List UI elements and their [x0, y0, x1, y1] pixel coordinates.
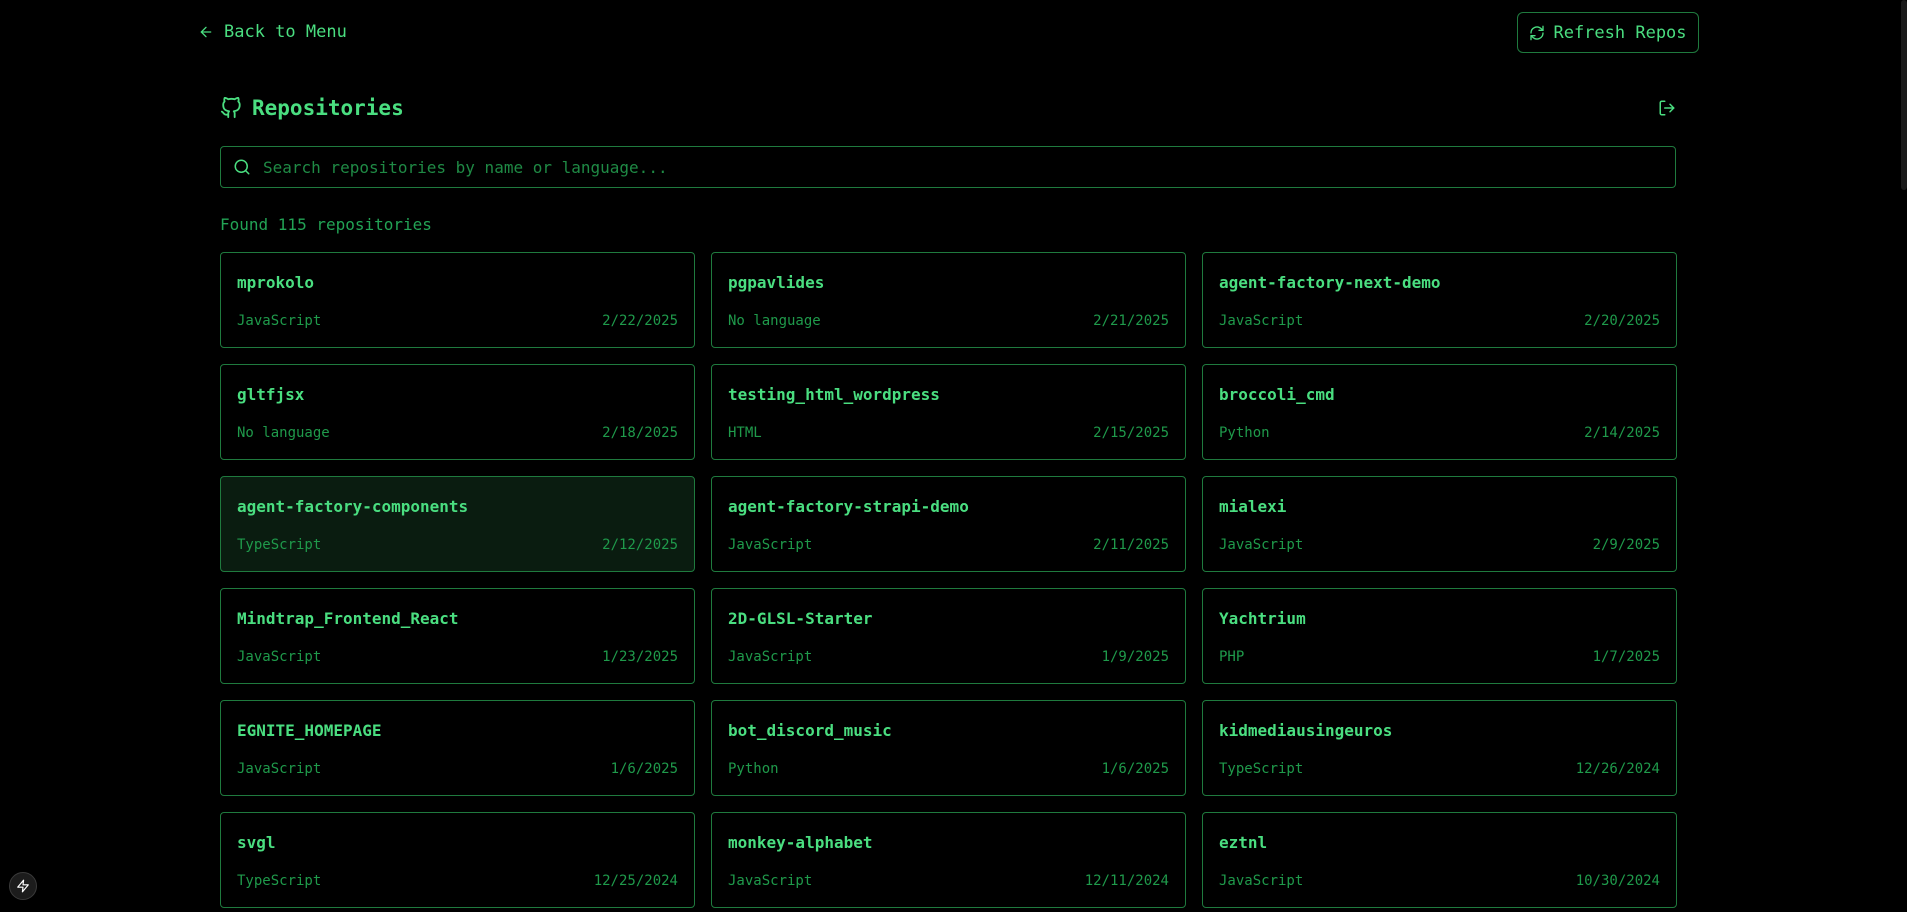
repo-language: JavaScript	[728, 873, 813, 889]
repo-name: EGNITE_HOMEPAGE	[237, 721, 382, 740]
repo-card[interactable]: Mindtrap_Frontend_React JavaScript 1/23/2…	[220, 588, 695, 684]
refresh-repos-label: Refresh Repos	[1553, 22, 1687, 43]
repo-card[interactable]: Yachtrium PHP 1/7/2025	[1202, 588, 1677, 684]
back-to-menu-label: Back to Menu	[224, 22, 347, 42]
github-icon	[220, 97, 242, 119]
repo-language: PHP	[1219, 649, 1245, 665]
repo-date: 2/12/2025	[602, 537, 678, 553]
repo-card[interactable]: mprokolo JavaScript 2/22/2025	[220, 252, 695, 348]
repo-card[interactable]: testing_html_wordpress HTML 2/15/2025	[711, 364, 1186, 460]
lightning-icon	[16, 879, 30, 893]
repo-name: monkey-alphabet	[728, 833, 873, 852]
repo-name: Mindtrap_Frontend_React	[237, 609, 459, 628]
refresh-repos-button[interactable]: Refresh Repos	[1517, 12, 1699, 53]
repo-language: TypeScript	[1219, 761, 1304, 777]
repo-language: JavaScript	[237, 313, 322, 329]
repo-name: agent-factory-strapi-demo	[728, 497, 969, 516]
repo-card[interactable]: mialexi JavaScript 2/9/2025	[1202, 476, 1677, 572]
repo-card[interactable]: agent-factory-components TypeScript 2/12/…	[220, 476, 695, 572]
repo-date: 2/20/2025	[1584, 313, 1660, 329]
repo-name: kidmediausingeuros	[1219, 721, 1393, 740]
repo-language: HTML	[728, 425, 762, 441]
repo-language: JavaScript	[237, 649, 322, 665]
repo-language: JavaScript	[1219, 537, 1304, 553]
repo-language: TypeScript	[237, 873, 322, 889]
back-to-menu-link[interactable]: Back to Menu	[198, 22, 347, 42]
page: Back to Menu Refresh Repos Repositories …	[0, 0, 1907, 912]
repo-card[interactable]: eztnl JavaScript 10/30/2024	[1202, 812, 1677, 908]
repo-name: agent-factory-next-demo	[1219, 273, 1441, 292]
arrow-left-icon	[198, 24, 214, 40]
repo-card[interactable]: bot_discord_music Python 1/6/2025	[711, 700, 1186, 796]
repo-date: 1/7/2025	[1592, 649, 1660, 665]
repo-language: JavaScript	[1219, 313, 1304, 329]
dev-tools-button[interactable]	[9, 872, 37, 900]
repo-name: broccoli_cmd	[1219, 385, 1335, 404]
repo-name: bot_discord_music	[728, 721, 892, 740]
repositories-header: Repositories	[220, 95, 1676, 121]
repo-language: No language	[728, 313, 821, 329]
repo-language: JavaScript	[728, 537, 813, 553]
search-box	[220, 146, 1676, 188]
repo-card[interactable]: gltfjsx No language 2/18/2025	[220, 364, 695, 460]
repo-date: 1/6/2025	[1101, 761, 1169, 777]
repo-date: 2/18/2025	[602, 425, 678, 441]
search-icon	[233, 158, 251, 176]
repo-date: 2/11/2025	[1093, 537, 1169, 553]
repo-date: 12/26/2024	[1575, 761, 1660, 777]
repo-date: 1/6/2025	[610, 761, 678, 777]
repo-name: Yachtrium	[1219, 609, 1306, 628]
repo-name: agent-factory-components	[237, 497, 469, 516]
repo-card[interactable]: monkey-alphabet JavaScript 12/11/2024	[711, 812, 1186, 908]
repo-name: pgpavlides	[728, 273, 825, 292]
repo-name: gltfjsx	[237, 385, 305, 404]
page-title: Repositories	[252, 96, 404, 120]
results-count: Found 115 repositories	[220, 215, 432, 234]
repo-date: 12/25/2024	[593, 873, 678, 889]
repo-card[interactable]: agent-factory-strapi-demo JavaScript 2/11…	[711, 476, 1186, 572]
repo-date: 2/21/2025	[1093, 313, 1169, 329]
repo-language: Python	[1219, 425, 1270, 441]
repo-card[interactable]: 2D-GLSL-Starter JavaScript 1/9/2025	[711, 588, 1186, 684]
repo-card[interactable]: pgpavlides No language 2/21/2025	[711, 252, 1186, 348]
repo-date: 12/11/2024	[1084, 873, 1169, 889]
repo-card[interactable]: broccoli_cmd Python 2/14/2025	[1202, 364, 1677, 460]
scrollbar[interactable]	[1901, 0, 1907, 190]
repo-language: JavaScript	[237, 761, 322, 777]
repo-name: mialexi	[1219, 497, 1287, 516]
repo-date: 2/15/2025	[1093, 425, 1169, 441]
repo-card[interactable]: agent-factory-next-demo JavaScript 2/20/2…	[1202, 252, 1677, 348]
repo-date: 1/9/2025	[1101, 649, 1169, 665]
repo-language: TypeScript	[237, 537, 322, 553]
repo-date: 1/23/2025	[602, 649, 678, 665]
repo-name: svgl	[237, 833, 276, 852]
repo-date: 2/22/2025	[602, 313, 678, 329]
repo-name: eztnl	[1219, 833, 1268, 852]
repo-language: JavaScript	[1219, 873, 1304, 889]
repo-name: 2D-GLSL-Starter	[728, 609, 873, 628]
repo-name: testing_html_wordpress	[728, 385, 940, 404]
repo-language: No language	[237, 425, 330, 441]
refresh-icon	[1529, 25, 1545, 41]
repo-card[interactable]: EGNITE_HOMEPAGE JavaScript 1/6/2025	[220, 700, 695, 796]
logout-icon[interactable]	[1658, 99, 1676, 117]
repo-date: 10/30/2024	[1575, 873, 1660, 889]
repo-card[interactable]: kidmediausingeuros TypeScript 12/26/2024	[1202, 700, 1677, 796]
repo-grid: mprokolo JavaScript 2/22/2025 pgpavlides …	[220, 252, 1677, 908]
repo-date: 2/14/2025	[1584, 425, 1660, 441]
repo-name: mprokolo	[237, 273, 315, 292]
repo-card[interactable]: svgl TypeScript 12/25/2024	[220, 812, 695, 908]
repo-language: Python	[728, 761, 779, 777]
search-input[interactable]	[261, 146, 1675, 188]
title-group: Repositories	[220, 96, 404, 120]
repo-language: JavaScript	[728, 649, 813, 665]
repo-date: 2/9/2025	[1592, 537, 1660, 553]
